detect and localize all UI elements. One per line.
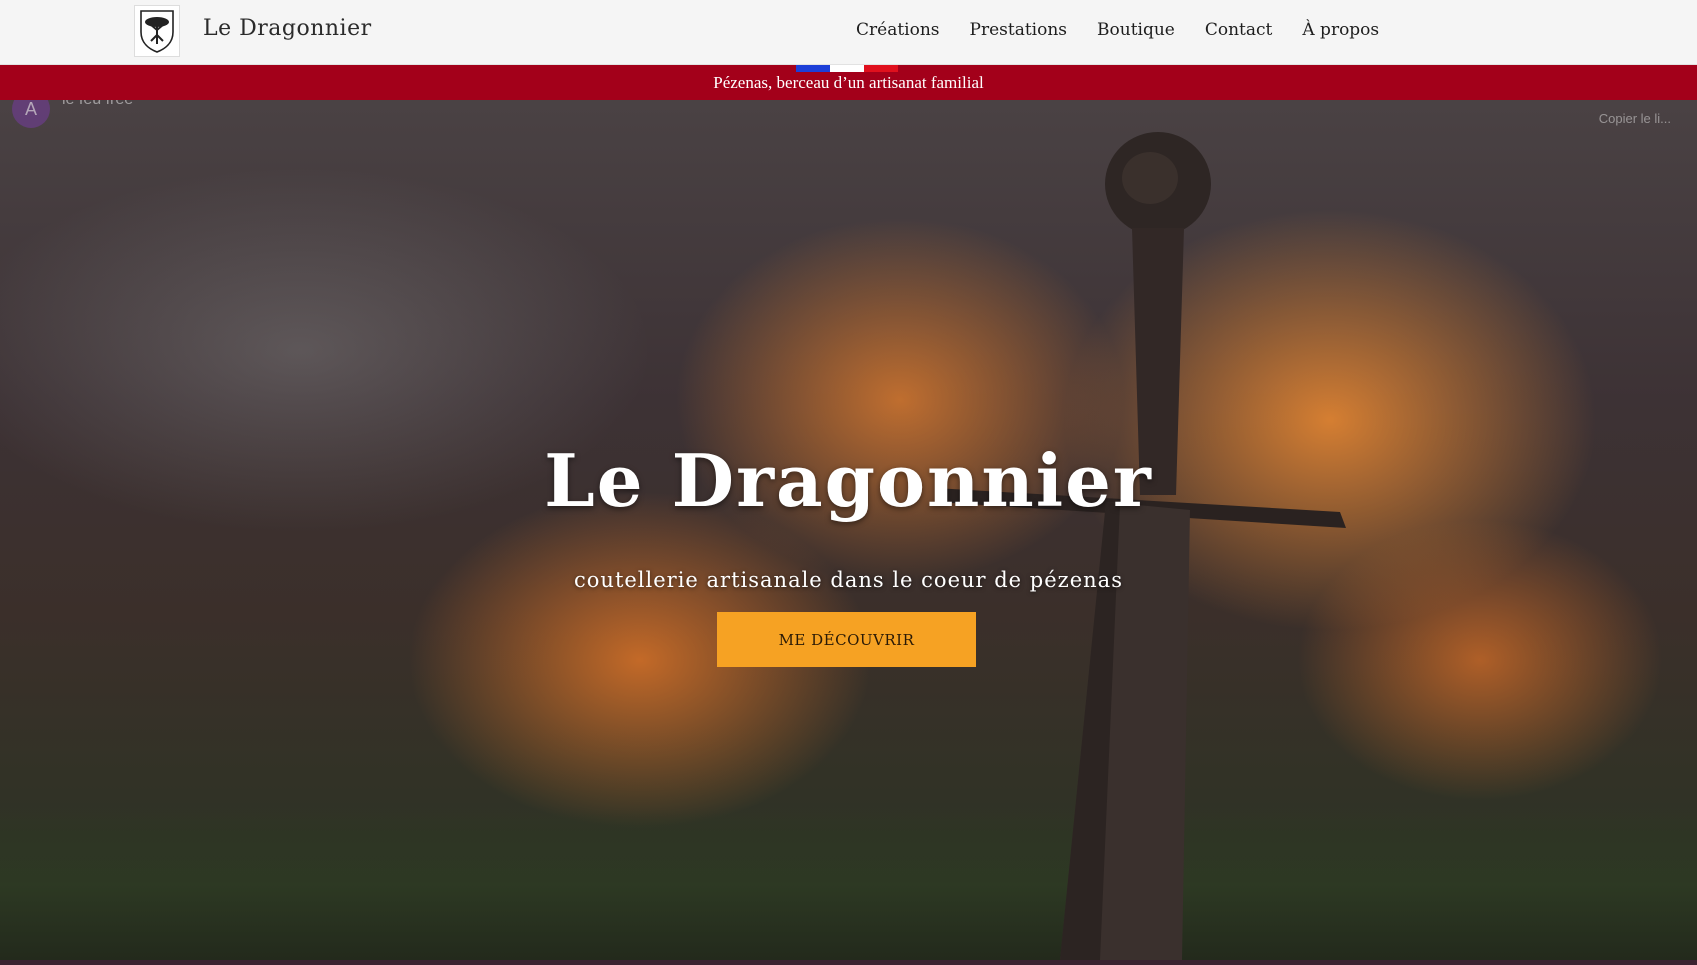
site-name[interactable]: Le Dragonnier — [203, 16, 372, 41]
site-header: Le Dragonnier Créations Prestations Bout… — [0, 0, 1697, 65]
hero-title: Le Dragonnier — [544, 438, 1153, 523]
video-title[interactable]: le feu free — [62, 100, 133, 109]
copy-link-button[interactable]: Copier le li... — [1599, 111, 1671, 126]
footer-strip — [0, 960, 1697, 965]
flag-red — [864, 65, 898, 72]
logo[interactable] — [134, 5, 180, 57]
french-flag-icon — [796, 65, 898, 72]
nav-a-propos[interactable]: À propos — [1302, 20, 1379, 40]
nav-contact[interactable]: Contact — [1205, 20, 1273, 40]
main-nav: Créations Prestations Boutique Contact À… — [856, 20, 1379, 40]
flag-white — [830, 65, 864, 72]
nav-creations[interactable]: Créations — [856, 20, 940, 40]
flag-blue — [796, 65, 830, 72]
sword-pommel-highlight — [1122, 152, 1178, 204]
nav-boutique[interactable]: Boutique — [1097, 20, 1175, 40]
banner-text: Pézenas, berceau d’un artisanat familial — [713, 72, 984, 92]
hero-section: A le feu free Copier le li... Le Dragonn… — [0, 100, 1697, 960]
discover-button[interactable]: ME DÉCOUVRIR — [717, 612, 976, 667]
tree-shield-icon — [140, 10, 174, 53]
hero-subtitle: coutellerie artisanale dans le coeur de … — [574, 568, 1123, 592]
nav-prestations[interactable]: Prestations — [970, 20, 1068, 40]
sword-illustration — [935, 132, 1346, 960]
